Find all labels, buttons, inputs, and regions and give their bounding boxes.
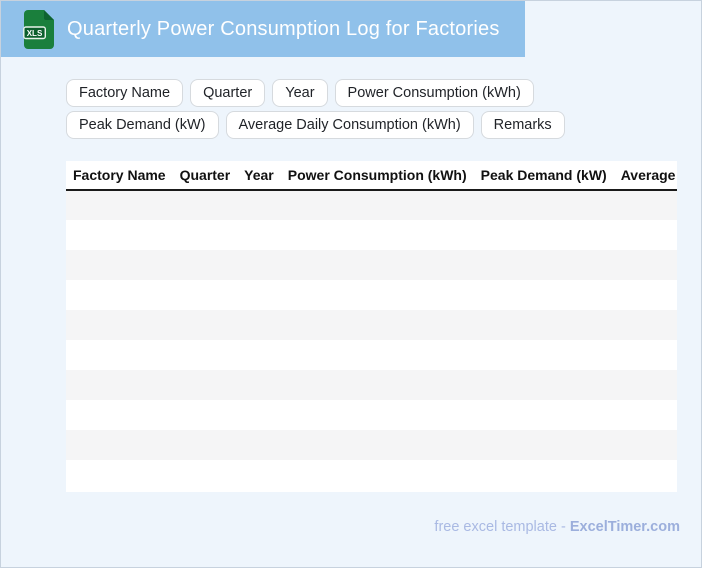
column-chip[interactable]: Average Daily Consumption (kWh) [225,111,474,139]
column-chip[interactable]: Quarter [190,79,266,107]
table-cell [173,310,238,340]
table-cell [173,190,238,220]
table-cell [237,370,281,400]
table-row [66,430,677,460]
table-cell [173,340,238,370]
table-cell [66,250,173,280]
template-table-container[interactable]: Factory Name Quarter Year Power Consumpt… [66,161,677,492]
table-cell [614,340,677,370]
table-cell [281,280,474,310]
table-cell [237,400,281,430]
footer-brand-link[interactable]: ExcelTimer.com [570,519,680,535]
column-chip[interactable]: Power Consumption (kWh) [334,79,534,107]
table-cell [237,220,281,250]
table-cell [173,460,238,490]
table-row [66,340,677,370]
table-cell [474,190,614,220]
table-header-cell: Peak Demand (kW) [473,161,614,191]
column-chip[interactable]: Peak Demand (kW) [66,111,219,139]
table-cell [474,280,614,310]
table-cell [614,310,677,340]
table-cell [474,340,614,370]
table-cell [66,340,173,370]
table-row [66,370,677,400]
table-cell [237,250,281,280]
column-chip[interactable]: Remarks [480,111,565,139]
table-cell [173,370,238,400]
column-chip-list: Factory Name Quarter Year Power Consumpt… [66,79,678,139]
table-cell [66,430,173,460]
table-cell [66,310,173,340]
table-cell [281,220,474,250]
table-cell [66,370,173,400]
table-cell [237,280,281,310]
table-header-cell: Year [237,161,281,191]
table-header-cell: Power Consumption (kWh) [280,161,474,191]
table-cell [614,460,677,490]
table-cell [474,310,614,340]
table-cell [281,250,474,280]
table-cell [237,460,281,490]
footer: free excel template - ExcelTimer.com [434,519,680,535]
table-cell [281,310,474,340]
table-cell [281,370,474,400]
table-row [66,250,677,280]
table-header-cell: Average Daily Consumption (kWh) [613,161,677,191]
table-row [66,280,677,310]
table-cell [474,250,614,280]
table-cell [237,340,281,370]
table-cell [66,280,173,310]
table-cell [66,220,173,250]
table-row [66,460,677,490]
table-row [66,220,677,250]
header-bar: XLS Quarterly Power Consumption Log for … [1,1,525,57]
table-cell [474,460,614,490]
table-cell [173,250,238,280]
table-cell [173,280,238,310]
table-cell [66,190,173,220]
table-cell [281,190,474,220]
table-cell [614,370,677,400]
table-cell [474,220,614,250]
footer-text: free excel template - [434,519,570,535]
svg-text:XLS: XLS [27,28,43,37]
table-cell [614,190,677,220]
table-cell [281,340,474,370]
table-cell [474,400,614,430]
table-cell [173,400,238,430]
table-cell [614,250,677,280]
table-cell [237,310,281,340]
table-row [66,190,677,220]
table-cell [614,400,677,430]
column-chip[interactable]: Year [272,79,328,107]
table-cell [281,400,474,430]
table-cell [237,190,281,220]
table-cell [173,220,238,250]
page-title: Quarterly Power Consumption Log for Fact… [67,17,500,40]
table-cell [614,430,677,460]
table-cell [474,430,614,460]
table-cell [614,220,677,250]
table-cell [237,430,281,460]
table-row [66,400,677,430]
table-cell [173,430,238,460]
table-cell [66,460,173,490]
table-header-row: Factory Name Quarter Year Power Consumpt… [66,161,677,191]
xls-file-icon: XLS [23,9,54,49]
table-cell [281,430,474,460]
table-header-cell: Factory Name [66,161,173,191]
table-header-cell: Quarter [172,161,238,191]
template-preview-page: { "colors": { "page_background": "#eef5f… [0,0,702,568]
table-cell [66,400,173,430]
table-cell [281,460,474,490]
table-cell [614,280,677,310]
table-body [66,190,677,490]
column-chip[interactable]: Factory Name [66,79,184,107]
table-cell [474,370,614,400]
table-row [66,310,677,340]
template-table: Factory Name Quarter Year Power Consumpt… [66,161,677,490]
